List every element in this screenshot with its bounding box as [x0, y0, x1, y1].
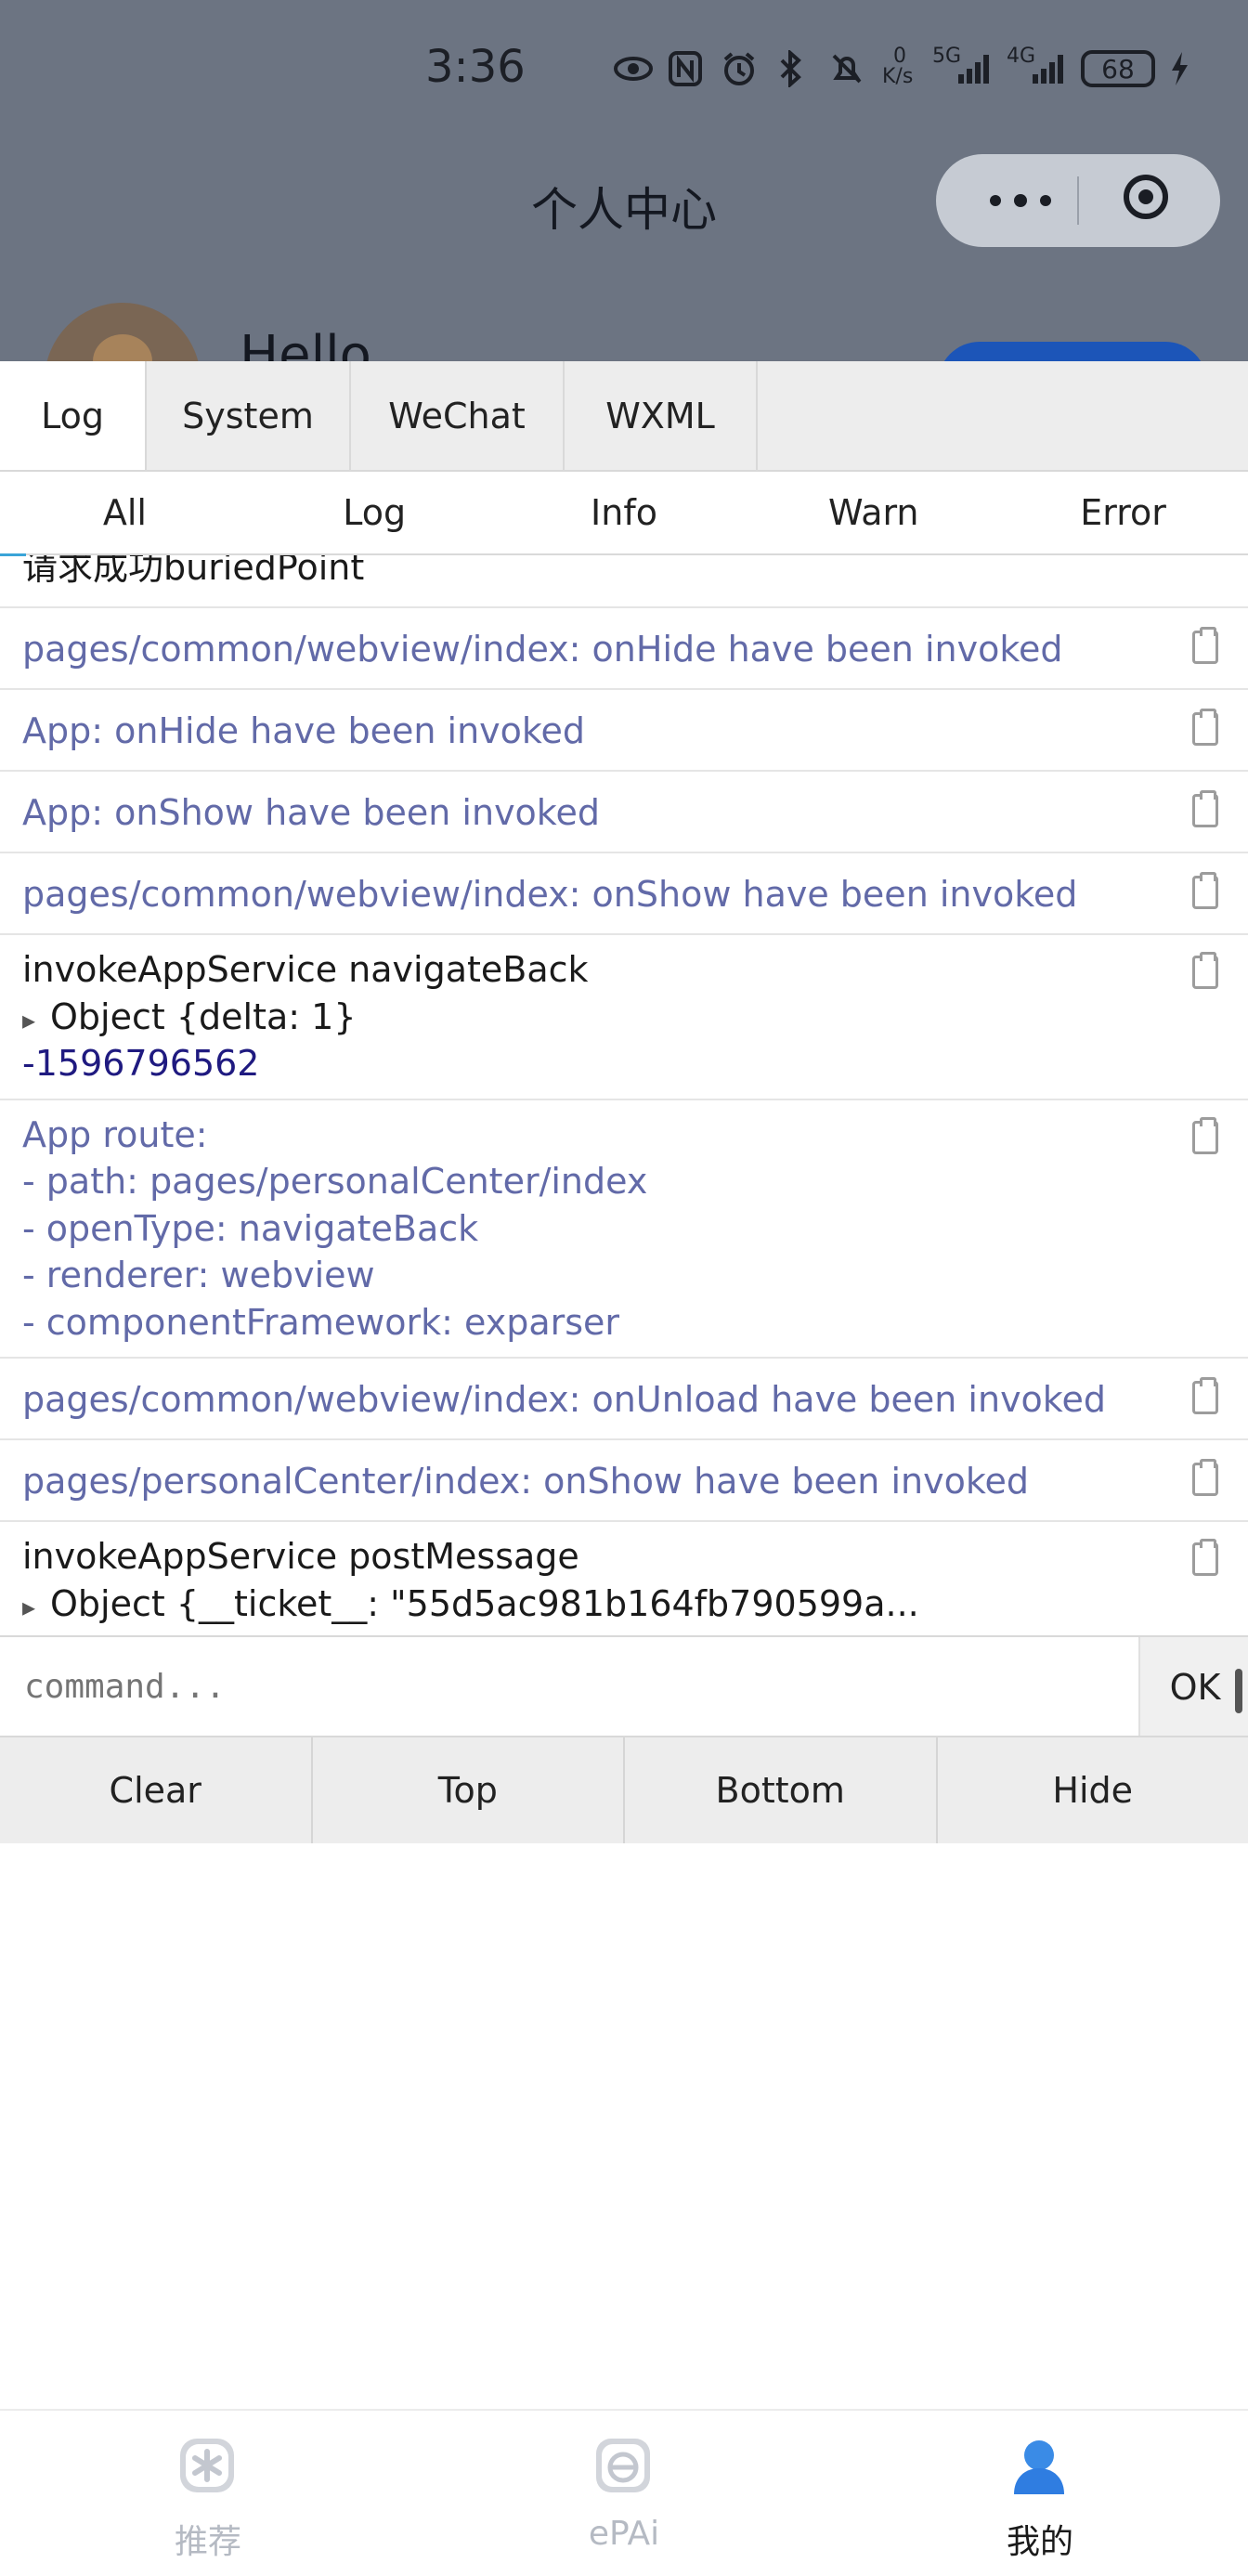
nav-label-recommend: 推荐	[0, 2515, 416, 2563]
net-speed-unit: K/s	[882, 65, 913, 88]
tab-wechat[interactable]: WeChat	[351, 361, 565, 470]
bottom-button[interactable]: Bottom	[625, 1737, 938, 1843]
epai-icon	[592, 2435, 654, 2496]
log-entry: 请求成功buriedPoint	[0, 555, 1248, 608]
hide-button[interactable]: Hide	[938, 1737, 1248, 1843]
log-entry: App: onShow have been invoked	[0, 772, 1248, 853]
signal-5g-icon: 5G	[932, 50, 994, 87]
bottom-tab-bar: 推荐 ePAi 我的	[0, 2409, 1248, 2576]
nfc-icon	[667, 50, 708, 87]
filter-log[interactable]: Log	[250, 472, 500, 553]
copy-icon[interactable]	[1192, 1542, 1218, 1576]
log-line: - openType: navigateBack	[22, 1205, 478, 1252]
log-entry: App route:- path: pages/personalCenter/i…	[0, 1100, 1248, 1360]
log-line: pages/personalCenter/index: onShow have …	[22, 1458, 1029, 1504]
profile-greeting: Hello	[240, 325, 371, 361]
signal-4g-icon: 4G	[1007, 50, 1068, 87]
net-speed: 0 K/s	[882, 50, 919, 87]
vconsole-tabs: Log System WeChat WXML	[0, 361, 1248, 472]
log-entry: pages/personalCenter/index: onShow have …	[0, 1440, 1248, 1522]
log-filter-tabs: All Log Info Warn Error	[0, 472, 1248, 555]
log-line: invokeAppService postMessage	[22, 1533, 579, 1580]
avatar	[45, 303, 201, 361]
vconsole-toolbar: Clear Top Bottom Hide	[0, 1736, 1248, 1843]
log-line: pages/common/webview/index: onHide have …	[22, 626, 1062, 672]
copy-icon[interactable]	[1192, 1463, 1218, 1496]
vconsole-panel: Log System WeChat WXML All Log Info Warn…	[0, 361, 1248, 2408]
tab-log[interactable]: Log	[0, 361, 147, 470]
close-target-icon[interactable]	[1124, 175, 1168, 219]
log-line: App route:	[22, 1112, 208, 1158]
copy-icon[interactable]	[1192, 712, 1218, 746]
battery-icon: 68	[1081, 50, 1155, 87]
filter-error[interactable]: Error	[998, 472, 1248, 553]
nav-recommend[interactable]: 推荐	[0, 2411, 416, 2576]
mute-icon	[828, 50, 869, 87]
filter-all[interactable]: All	[0, 472, 250, 553]
filter-info[interactable]: Info	[500, 472, 749, 553]
bluetooth-icon	[774, 50, 815, 87]
log-line: App: onHide have been invoked	[22, 708, 585, 754]
log-line: - renderer: webview	[22, 1252, 375, 1298]
ok-label: OK	[1170, 1667, 1221, 1708]
log-line: pages/common/webview/index: onUnload hav…	[22, 1376, 1106, 1423]
log-list[interactable]: 请求成功buriedPoint pages/common/webview/inde…	[0, 555, 1248, 1635]
log-line: invokeAppService navigateBack	[22, 946, 589, 993]
log-line: App: onShow have been invoked	[22, 789, 600, 836]
top-button[interactable]: Top	[313, 1737, 626, 1843]
alarm-icon	[721, 50, 761, 87]
log-entry: pages/common/webview/index: onHide have …	[0, 608, 1248, 690]
profile-icon	[1008, 2435, 1070, 2496]
expandable-object[interactable]: Object {__ticket__: "55d5ac981b164fb7905…	[22, 1581, 919, 1631]
log-entry: App: onHide have been invoked	[0, 690, 1248, 772]
charging-icon	[1168, 50, 1190, 87]
log-entry: pages/common/webview/index: onShow have …	[0, 853, 1248, 935]
log-line: - path: pages/personalCenter/index	[22, 1158, 647, 1204]
eye-icon	[613, 50, 654, 87]
copy-icon[interactable]	[1192, 1381, 1218, 1414]
command-input[interactable]	[22, 1658, 1122, 1715]
log-line: -1596796562	[22, 1627, 259, 1635]
log-line: -1596796562	[22, 1040, 259, 1086]
mini-program-capsule	[936, 154, 1220, 247]
nav-label-mine: 我的	[832, 2515, 1248, 2563]
recommend-icon	[176, 2435, 238, 2496]
tab-system[interactable]: System	[147, 361, 351, 470]
nav-mine[interactable]: 我的	[832, 2411, 1248, 2576]
copy-icon[interactable]	[1192, 794, 1218, 827]
copy-icon[interactable]	[1192, 1121, 1218, 1154]
log-entry: invokeAppService navigateBackObject {del…	[0, 935, 1248, 1100]
status-icons: 0 K/s 5G 4G 68	[613, 50, 1190, 87]
copy-icon[interactable]	[1192, 876, 1218, 909]
scrollbar-thumb[interactable]	[1235, 1669, 1242, 1713]
log-entry: pages/common/webview/index: onUnload hav…	[0, 1359, 1248, 1440]
dimmed-page-background: 3:36 0 K/s 5G	[0, 0, 1248, 361]
more-icon[interactable]	[982, 186, 1057, 214]
status-bar: 3:36 0 K/s 5G	[0, 37, 1248, 111]
copy-icon[interactable]	[1192, 956, 1218, 989]
tab-wxml[interactable]: WXML	[565, 361, 758, 470]
expandable-object[interactable]: Object {delta: 1}	[22, 994, 357, 1044]
copy-icon[interactable]	[1192, 631, 1218, 664]
nav-epai[interactable]: ePAi	[416, 2411, 832, 2576]
capsule-divider	[1077, 176, 1079, 225]
log-entry: invokeAppService postMessageObject {__ti…	[0, 1522, 1248, 1635]
log-line: pages/common/webview/index: onShow have …	[22, 871, 1077, 917]
command-bar: OK	[0, 1635, 1248, 1737]
clear-button[interactable]: Clear	[0, 1737, 313, 1843]
ok-button[interactable]: OK	[1138, 1637, 1248, 1737]
log-line: 请求成功buriedPoint	[22, 555, 364, 591]
profile-action-button	[938, 342, 1207, 361]
log-line: - componentFramework: exparser	[22, 1299, 619, 1346]
filter-warn[interactable]: Warn	[748, 472, 998, 553]
nav-label-epai: ePAi	[416, 2515, 832, 2553]
status-time: 3:36	[425, 41, 526, 93]
